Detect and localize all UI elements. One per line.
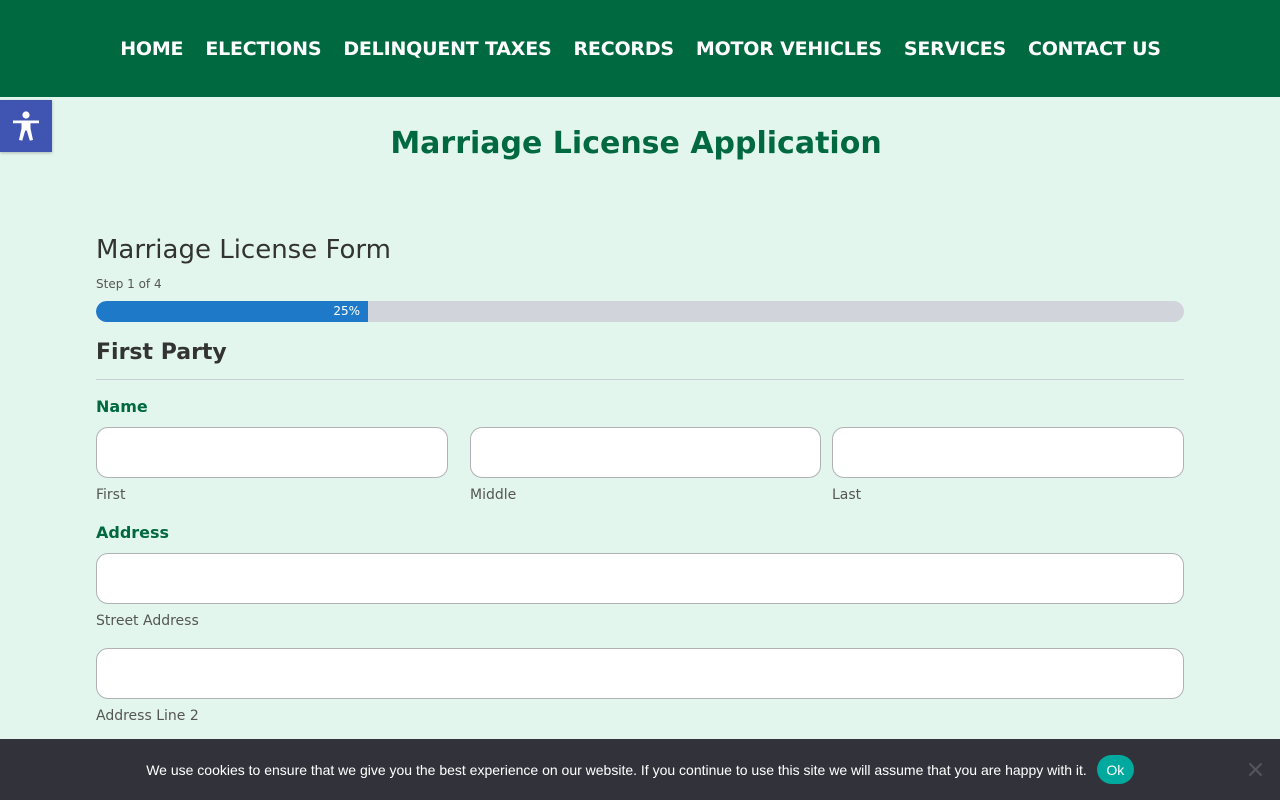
address-line2-sublabel: Address Line 2 xyxy=(96,708,199,724)
section-divider xyxy=(96,379,1184,380)
close-icon[interactable] xyxy=(1247,761,1264,778)
street-address-sublabel: Street Address xyxy=(96,613,199,629)
middle-name-sublabel: Middle xyxy=(470,487,517,503)
last-name-sublabel: Last xyxy=(832,487,862,503)
nav-item-records: RECORDS xyxy=(573,38,674,60)
nav-link-elections[interactable]: ELECTIONS xyxy=(205,38,321,60)
nav-link-contact-us[interactable]: CONTACT US xyxy=(1028,38,1161,60)
cookie-ok-button[interactable]: Ok xyxy=(1096,755,1134,784)
address-label: Address xyxy=(96,523,170,542)
nav-link-delinquent-taxes[interactable]: DELINQUENT TAXES xyxy=(343,38,551,60)
middle-name-group: Middle xyxy=(470,427,821,505)
address-line2-group: Address Line 2 xyxy=(96,648,1184,726)
last-name-input[interactable] xyxy=(832,427,1184,478)
section-title: First Party xyxy=(96,340,227,365)
street-address-input[interactable] xyxy=(96,553,1184,604)
top-navigation: HOME ELECTIONS DELINQUENT TAXES RECORDS … xyxy=(0,0,1280,97)
nav-menu: HOME ELECTIONS DELINQUENT TAXES RECORDS … xyxy=(0,0,1280,97)
nav-item-home: HOME xyxy=(120,38,183,60)
street-address-group: Street Address xyxy=(96,553,1184,631)
nav-link-home[interactable]: HOME xyxy=(120,38,183,60)
nav-item-contact-us: CONTACT US xyxy=(1028,38,1161,60)
progress-bar: 25% xyxy=(96,301,1184,322)
last-name-group: Last xyxy=(832,427,1184,505)
form-title: Marriage License Form xyxy=(96,235,391,265)
nav-item-services: SERVICES xyxy=(904,38,1006,60)
cookie-notice: We use cookies to ensure that we give yo… xyxy=(0,739,1280,800)
first-name-input[interactable] xyxy=(96,427,448,478)
nav-item-elections: ELECTIONS xyxy=(205,38,321,60)
page-title: Marriage License Application xyxy=(390,126,882,161)
progress-percent: 25% xyxy=(333,304,360,318)
nav-link-motor-vehicles[interactable]: MOTOR VEHICLES xyxy=(696,38,882,60)
nav-link-services[interactable]: SERVICES xyxy=(904,38,1006,60)
progress-bar-fill: 25% xyxy=(96,301,368,322)
middle-name-input[interactable] xyxy=(470,427,821,478)
cookie-notice-text: We use cookies to ensure that we give yo… xyxy=(146,761,1087,778)
name-label: Name xyxy=(96,397,148,416)
address-line2-input[interactable] xyxy=(96,648,1184,699)
first-name-sublabel: First xyxy=(96,487,126,503)
nav-item-delinquent-taxes: DELINQUENT TAXES xyxy=(343,38,551,60)
first-name-group: First xyxy=(96,427,448,505)
step-indicator: Step 1 of 4 xyxy=(96,277,162,291)
marriage-license-form: Marriage License Form Step 1 of 4 25% Fi… xyxy=(96,230,1184,796)
nav-item-motor-vehicles: MOTOR VEHICLES xyxy=(696,38,882,60)
name-fields: First Middle Last xyxy=(96,427,1184,505)
nav-link-records[interactable]: RECORDS xyxy=(573,38,674,60)
